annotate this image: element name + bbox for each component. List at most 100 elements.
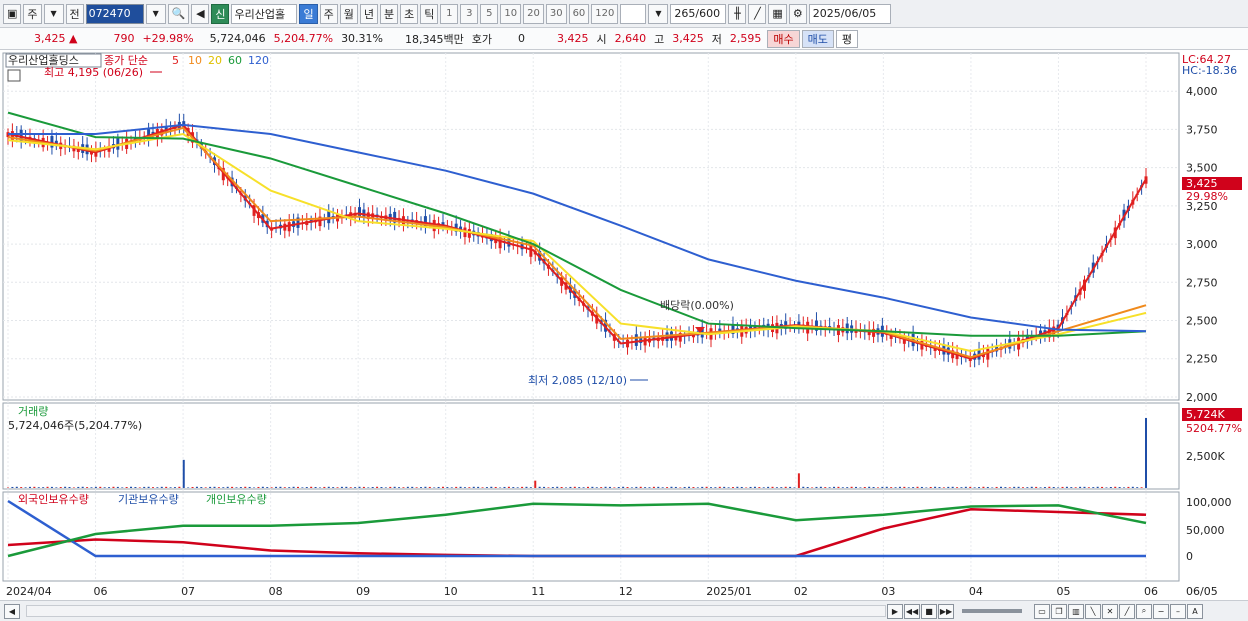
volume-bar [762, 487, 765, 488]
interval-30[interactable]: 30 [545, 3, 567, 24]
x-tick-label: 06 [1144, 585, 1158, 598]
volume-bar [846, 487, 849, 488]
volume-bar [815, 486, 818, 488]
volume-bar [301, 487, 304, 488]
volume-bar [767, 486, 770, 488]
volume-bar [591, 486, 594, 488]
custom-interval-input[interactable] [620, 3, 647, 24]
play-icon[interactable]: ▶ [887, 603, 903, 619]
scrollbar-track[interactable] [26, 605, 886, 617]
volume-bar [292, 486, 295, 488]
interval-5[interactable]: 5 [480, 3, 499, 24]
x-tick-label: 09 [356, 585, 370, 598]
tab-week[interactable]: 주 [319, 3, 338, 24]
volume-bar [661, 487, 664, 488]
volume-bar [1013, 486, 1016, 488]
stop-icon[interactable]: ■ [921, 603, 937, 619]
interval-1[interactable]: 1 [440, 3, 459, 24]
sell-button[interactable]: 매도 [801, 29, 834, 48]
period-select[interactable]: 주 [23, 3, 42, 24]
low-annotation: 최저 2,085 (12/10) [528, 374, 627, 387]
volume-bar [534, 480, 537, 488]
tab-tick[interactable]: 틱 [420, 3, 439, 24]
minus-icon[interactable]: − [1153, 603, 1169, 619]
code-dropdown-icon[interactable]: ▼ [145, 3, 166, 24]
volume-bar [925, 487, 928, 488]
eval-button[interactable]: 평 [835, 29, 858, 48]
gear-icon[interactable]: ⚙ [788, 3, 807, 24]
interval-20[interactable]: 20 [523, 3, 544, 24]
tab-second[interactable]: 초 [400, 3, 419, 24]
volume-bar [512, 487, 515, 488]
forward-icon[interactable]: ▶▶ [938, 603, 954, 619]
zoom-slider[interactable] [962, 609, 1022, 613]
interval-3[interactable]: 3 [460, 3, 479, 24]
volume-bar [657, 486, 660, 488]
dividend-annotation: 배당락(0.00%) [660, 299, 734, 312]
interval-60[interactable]: 60 [568, 3, 590, 24]
y-tick-label: 2,250 [1186, 353, 1218, 366]
volume-bar [376, 486, 379, 488]
count-field[interactable]: 265/600 [670, 3, 727, 24]
zoom-icon[interactable]: ⌕ [1136, 603, 1152, 619]
volume-bar [1101, 486, 1104, 488]
layout-icon[interactable]: ▭ [1034, 603, 1050, 619]
volume-bar [450, 487, 453, 488]
volume-bar [15, 486, 18, 488]
buy-button[interactable]: 매수 [767, 29, 800, 48]
search-icon[interactable]: 🔍 [167, 3, 190, 24]
volume-bar [463, 487, 466, 488]
x-tick-label: 05 [1056, 585, 1070, 598]
tab-minute[interactable]: 분 [379, 3, 399, 24]
volume-bar [859, 487, 862, 488]
chart-area[interactable]: 4,000 3,750 3,500 3,250 3,000 2,750 2,500 2,250… [0, 51, 1248, 600]
stock-code-input[interactable]: 072470 [85, 3, 144, 24]
volume-bar [696, 487, 699, 488]
text-icon[interactable]: A [1187, 603, 1203, 619]
cross-icon[interactable]: ✕ [1102, 603, 1118, 619]
volume-bar [538, 486, 541, 488]
volume-bar [850, 486, 853, 488]
volume-bar [204, 487, 207, 488]
prev-button[interactable]: 전 [65, 3, 84, 24]
interval-120[interactable]: 120 [591, 3, 619, 24]
volume-bar [99, 486, 102, 488]
volume-bar [358, 486, 361, 488]
scroll-left-icon[interactable]: ◀ [4, 603, 20, 619]
trend-icon[interactable]: ╱ [1119, 603, 1135, 619]
split-icon[interactable]: ▥ [1068, 603, 1084, 619]
candle-icon[interactable]: ╫ [728, 3, 747, 24]
volume-bar [1131, 486, 1134, 488]
line-icon[interactable]: ╲ [1085, 603, 1101, 619]
interval-dropdown-icon[interactable]: ▼ [648, 3, 669, 24]
x-tick-label: 03 [881, 585, 895, 598]
volume-bar [266, 487, 269, 488]
volume-bar [960, 487, 963, 488]
copy-icon[interactable]: ❐ [1051, 603, 1067, 619]
volume-bar [178, 486, 181, 488]
tab-day[interactable]: 일 [299, 3, 318, 24]
period-dropdown-icon[interactable]: ▼ [43, 3, 64, 24]
sound-icon[interactable]: ◀ [191, 3, 210, 24]
tab-month[interactable]: 월 [339, 3, 358, 24]
volume-bar [248, 486, 251, 488]
tab-year[interactable]: 년 [359, 3, 378, 24]
save-icon[interactable]: ▦ [768, 3, 787, 24]
volume-bar [235, 487, 238, 488]
volume-bar [811, 487, 814, 488]
interval-10[interactable]: 10 [500, 3, 522, 24]
volume-bar [525, 486, 528, 488]
dash-icon[interactable]: – [1170, 603, 1186, 619]
volume-bar [340, 486, 343, 488]
table-icon[interactable] [7, 69, 21, 82]
chart-menu-icon[interactable]: ▣ [3, 3, 22, 24]
volume-bar [797, 473, 800, 488]
volume-bar [28, 486, 31, 488]
price-y-axis: 4,0003,7503,5003,2503,0002,7502,5002,250… [1186, 85, 1218, 404]
volume-bar [705, 486, 708, 488]
chart-svg[interactable]: 4,0003,7503,5003,2503,0002,7502,5002,250… [0, 51, 1248, 600]
volume-bar [261, 486, 264, 488]
date-input[interactable]: 2025/06/05 [808, 3, 891, 24]
draw-icon[interactable]: ╱ [748, 3, 767, 24]
rewind-icon[interactable]: ◀◀ [904, 603, 920, 619]
